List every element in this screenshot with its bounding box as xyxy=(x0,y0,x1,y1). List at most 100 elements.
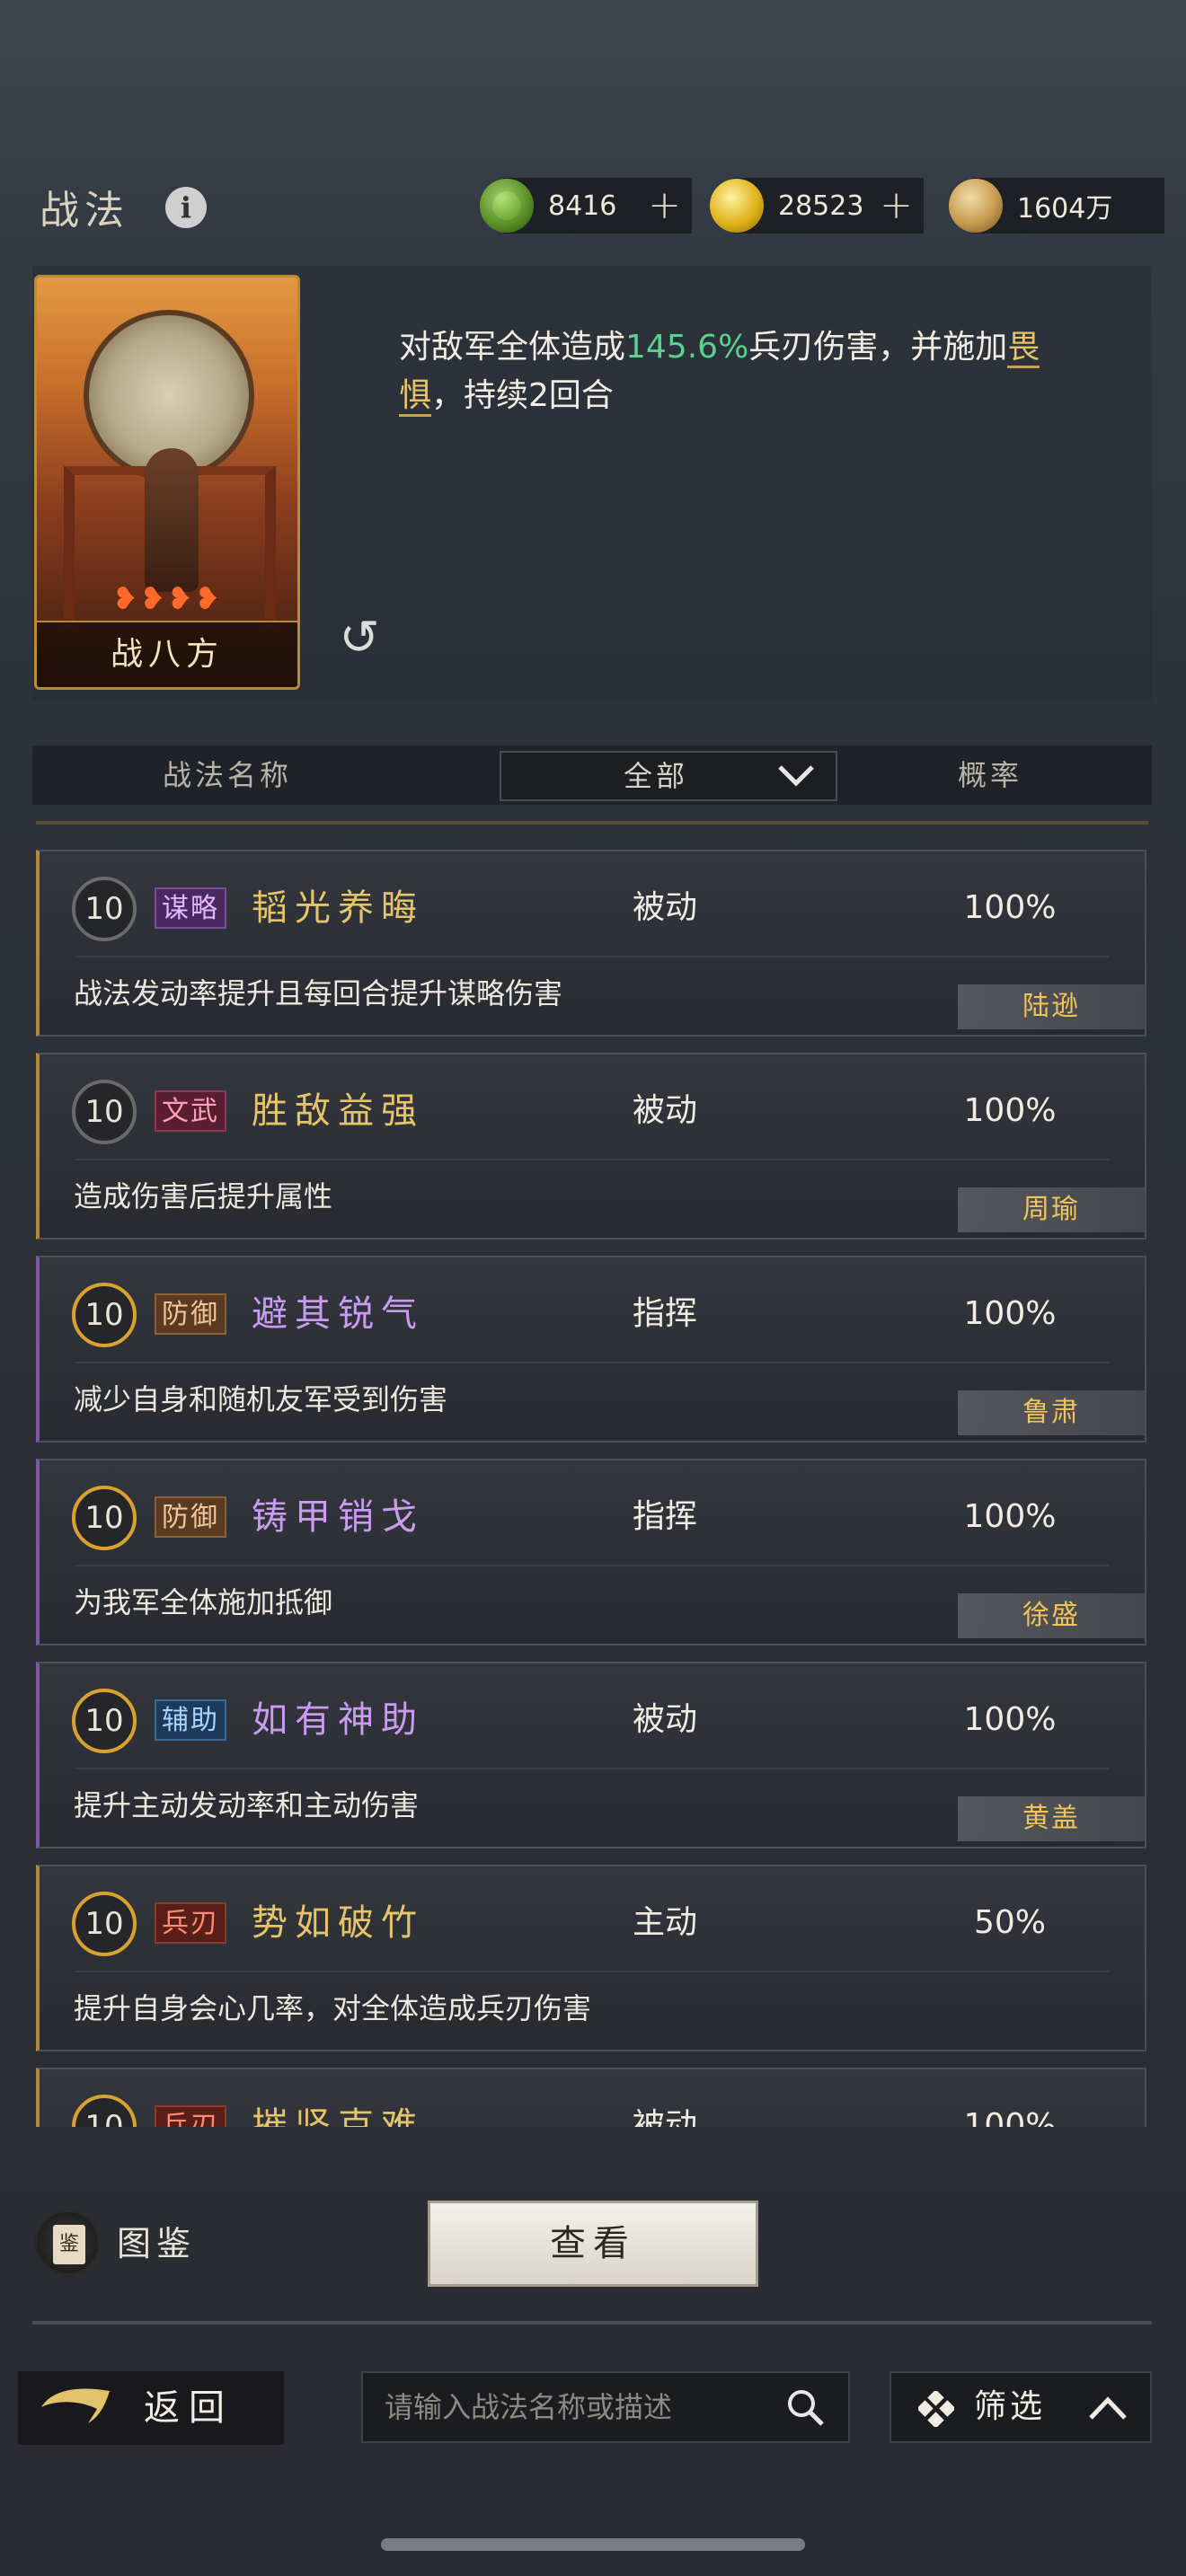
skill-summary: 提升主动发动率和主动伤害 xyxy=(74,1788,420,1822)
chevron-down-icon xyxy=(776,762,814,789)
skill-name: 如有神助 xyxy=(252,1699,424,1741)
chevron-up-icon xyxy=(1085,2389,1130,2425)
skill-card[interactable]: ❥❥❥❥ 战八方 xyxy=(34,275,300,690)
info-icon[interactable]: i xyxy=(165,187,207,228)
resource-jade: 8416 + xyxy=(480,178,692,234)
filter-label: 筛选 xyxy=(974,2388,1047,2425)
skill-name: 势如破竹 xyxy=(252,1902,424,1944)
skill-row[interactable]: 10 兵刃 势如破竹 主动 50% 提升自身会心几率，对全体造成兵刃伤害 xyxy=(36,1865,1146,2051)
skill-row[interactable]: 10 防御 避其锐气 指挥 100% 减少自身和随机友军受到伤害 鲁肃 xyxy=(36,1256,1146,1442)
skill-summary: 战法发动率提升且每回合提升谋略伤害 xyxy=(74,976,563,1010)
skill-owner-tag[interactable]: 徐盛 xyxy=(958,1593,1145,1638)
skill-name: 摧坚克难 xyxy=(252,2105,424,2127)
skill-name: 避其锐气 xyxy=(252,1293,424,1335)
skill-probability: 100% xyxy=(963,1092,1057,1129)
gold-coin-icon xyxy=(710,179,764,233)
skill-row[interactable]: 10 防御 铸甲销戈 指挥 100% 为我军全体施加抵御 徐盛 xyxy=(36,1459,1146,1645)
skill-row[interactable]: 10 辅助 如有神助 被动 100% 提升主动发动率和主动伤害 黄盖 xyxy=(36,1662,1146,1848)
skill-row[interactable]: 10 谋略 韬光养晦 被动 100% 战法发动率提升且每回合提升谋略伤害 陆逊 xyxy=(36,850,1146,1037)
column-probability: 概率 xyxy=(958,758,1023,792)
skill-level-badge: 10 xyxy=(72,1080,137,1144)
skill-level-badge: 10 xyxy=(72,1283,137,1347)
skill-summary: 减少自身和随机友军受到伤害 xyxy=(74,1382,448,1416)
desc-percentage: 145.6% xyxy=(625,329,749,366)
skill-category-tag: 谋略 xyxy=(155,887,226,929)
skill-list[interactable]: 10 谋略 韬光养晦 被动 100% 战法发动率提升且每回合提升谋略伤害 陆逊 … xyxy=(32,825,1152,2127)
skill-card-name: 战八方 xyxy=(37,621,297,687)
back-label: 返回 xyxy=(144,2387,234,2429)
skill-type: 被动 xyxy=(633,1701,698,1738)
filter-button[interactable]: 筛选 xyxy=(890,2371,1152,2443)
resource-copper: 1604万 xyxy=(949,178,1164,234)
skill-level-badge: 10 xyxy=(72,877,137,941)
skill-category-tag: 防御 xyxy=(155,1293,226,1335)
skill-row[interactable]: 10 文武 胜敌益强 被动 100% 造成伤害后提升属性 周瑜 xyxy=(36,1053,1146,1239)
skill-type: 指挥 xyxy=(633,1498,698,1535)
skill-category-tag: 防御 xyxy=(155,1496,226,1538)
star-rating: ❥❥❥❥ xyxy=(112,581,222,617)
desc-text-3: ，持续2回合 xyxy=(431,377,614,414)
skill-level-badge: 10 xyxy=(72,1486,137,1550)
skill-owner-tag[interactable]: 周瑜 xyxy=(958,1187,1145,1232)
skill-type: 被动 xyxy=(633,1092,698,1129)
skill-type: 主动 xyxy=(633,1904,698,1941)
home-indicator[interactable] xyxy=(381,2538,805,2551)
skill-probability: 100% xyxy=(963,889,1057,926)
skill-probability: 100% xyxy=(963,1498,1057,1535)
warrior-art xyxy=(145,448,199,592)
add-gold-button[interactable]: + xyxy=(880,186,913,225)
desc-text-2: 兵刃伤害，并施加 xyxy=(748,329,1008,366)
skill-level-badge: 10 xyxy=(72,1892,137,1956)
skill-probability: 100% xyxy=(963,1701,1057,1738)
jade-coin-icon xyxy=(480,179,534,233)
skill-category-tag: 文武 xyxy=(155,1090,226,1132)
add-jade-button[interactable]: + xyxy=(648,186,681,225)
resource-gold: 28523 + xyxy=(710,178,924,234)
back-arrow-icon xyxy=(34,2382,115,2432)
filter-diamond-icon xyxy=(916,2389,956,2429)
copper-coin-icon xyxy=(949,179,1003,233)
resource-gold-value: 28523 xyxy=(778,190,864,222)
skill-probability: 100% xyxy=(963,1295,1057,1332)
skill-summary: 造成伤害后提升属性 xyxy=(74,1179,333,1213)
skill-type: 被动 xyxy=(633,889,698,926)
row-divider xyxy=(75,956,1109,957)
reset-icon[interactable]: ↺ xyxy=(332,611,386,665)
skill-category-tag: 兵刃 xyxy=(155,1902,226,1944)
search-icon[interactable] xyxy=(785,2387,825,2427)
row-divider xyxy=(75,1971,1109,1972)
row-divider xyxy=(75,1565,1109,1566)
row-divider xyxy=(75,1768,1109,1769)
skill-summary: 提升自身会心几率，对全体造成兵刃伤害 xyxy=(74,1991,592,2025)
skill-probability: 50% xyxy=(973,1904,1046,1941)
skill-summary: 为我军全体施加抵御 xyxy=(74,1585,333,1619)
view-button[interactable]: 查看 xyxy=(428,2201,758,2287)
column-skill-name: 战法名称 xyxy=(163,758,293,792)
skill-row[interactable]: 10 兵刃 摧坚克难 被动 100% xyxy=(36,2068,1146,2127)
skill-owner-tag[interactable]: 黄盖 xyxy=(958,1796,1145,1841)
skill-owner-tag[interactable]: 鲁肃 xyxy=(958,1390,1145,1435)
skill-level-badge: 10 xyxy=(72,1689,137,1753)
codex-icon[interactable]: 鉴 xyxy=(34,2210,101,2276)
table-header: 战法名称 全部 概率 xyxy=(32,745,1152,805)
skill-category-tag: 辅助 xyxy=(155,1699,226,1741)
codex-label[interactable]: 图鉴 xyxy=(117,2219,196,2269)
page-title: 战法 xyxy=(40,188,129,234)
skill-name: 铸甲销戈 xyxy=(252,1496,424,1538)
search-input[interactable] xyxy=(385,2373,762,2441)
search-box[interactable] xyxy=(361,2371,850,2443)
skill-name: 韬光养晦 xyxy=(252,887,424,929)
skill-name: 胜敌益强 xyxy=(252,1090,424,1132)
back-button[interactable]: 返回 xyxy=(18,2371,284,2445)
category-filter-dropdown[interactable]: 全部 xyxy=(500,751,837,801)
bottom-divider xyxy=(32,2321,1152,2325)
resource-copper-value: 1604万 xyxy=(1017,193,1113,225)
desc-text-1: 对敌军全体造成 xyxy=(399,329,626,366)
skill-type: 指挥 xyxy=(633,1295,698,1332)
category-filter-value: 全部 xyxy=(624,759,689,793)
skill-owner-tag[interactable]: 陆逊 xyxy=(958,984,1145,1029)
row-divider xyxy=(75,1362,1109,1363)
row-divider xyxy=(75,1159,1109,1160)
skill-description: 对敌军全体造成145.6%兵刃伤害，并施加畏惧，持续2回合 xyxy=(399,323,1046,420)
skill-level-badge: 10 xyxy=(72,2095,137,2127)
